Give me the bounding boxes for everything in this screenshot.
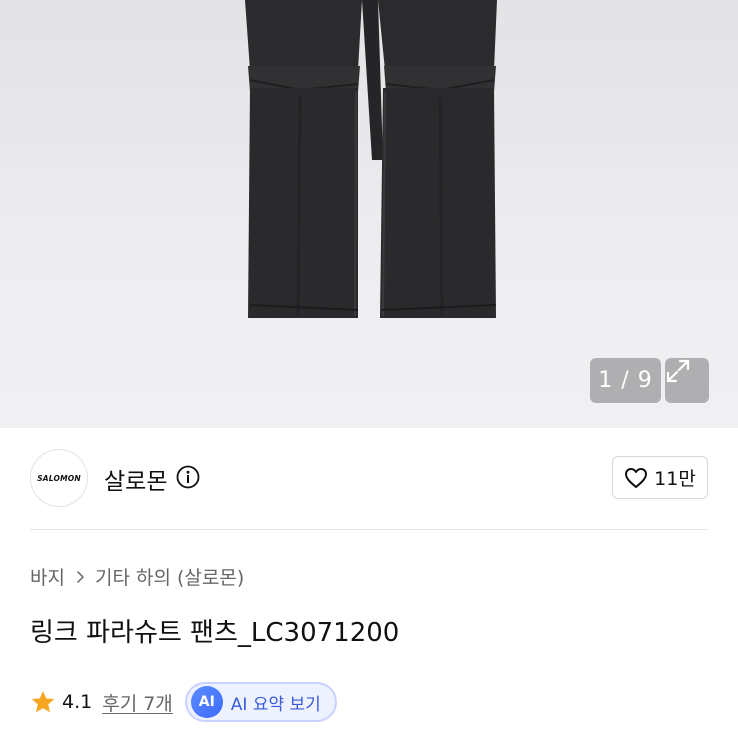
like-count: 11만 [654, 468, 696, 490]
brand-logo-text: SALOMON [37, 473, 81, 483]
rating-row: 4.1 후기 7개 AI AI 요약 보기 [30, 682, 337, 722]
ai-badge-icon: AI [190, 686, 223, 718]
brand-logo[interactable]: SALOMON [30, 449, 88, 507]
like-button[interactable]: 11만 [612, 456, 708, 499]
ai-summary-label: AI 요약 보기 [230, 694, 321, 715]
star-icon [31, 690, 55, 713]
image-counter: 1 / 9 [590, 358, 661, 403]
product-image-gallery[interactable]: 1 / 9 [0, 0, 738, 428]
breadcrumb-subcategory[interactable]: 기타 하의 (살로몬) [95, 563, 244, 590]
product-title: 링크 파라슈트 팬츠_LC3071200 [30, 618, 400, 648]
brand-name[interactable]: 살로몬 [104, 462, 167, 496]
expand-icon [666, 359, 690, 383]
chevron-right-icon [77, 570, 84, 583]
divider [30, 529, 708, 530]
info-icon[interactable] [176, 465, 200, 489]
review-count-link[interactable]: 후기 7개 [102, 689, 173, 716]
ai-summary-button[interactable]: AI AI 요약 보기 [184, 682, 337, 722]
expand-button[interactable] [665, 358, 709, 403]
brand-row: SALOMON 살로몬 11만 [0, 428, 738, 530]
rating-score: 4.1 [62, 691, 93, 713]
heart-icon [625, 467, 648, 488]
breadcrumb: 바지 기타 하의 (살로몬) [30, 563, 244, 590]
breadcrumb-category[interactable]: 바지 [30, 563, 65, 590]
